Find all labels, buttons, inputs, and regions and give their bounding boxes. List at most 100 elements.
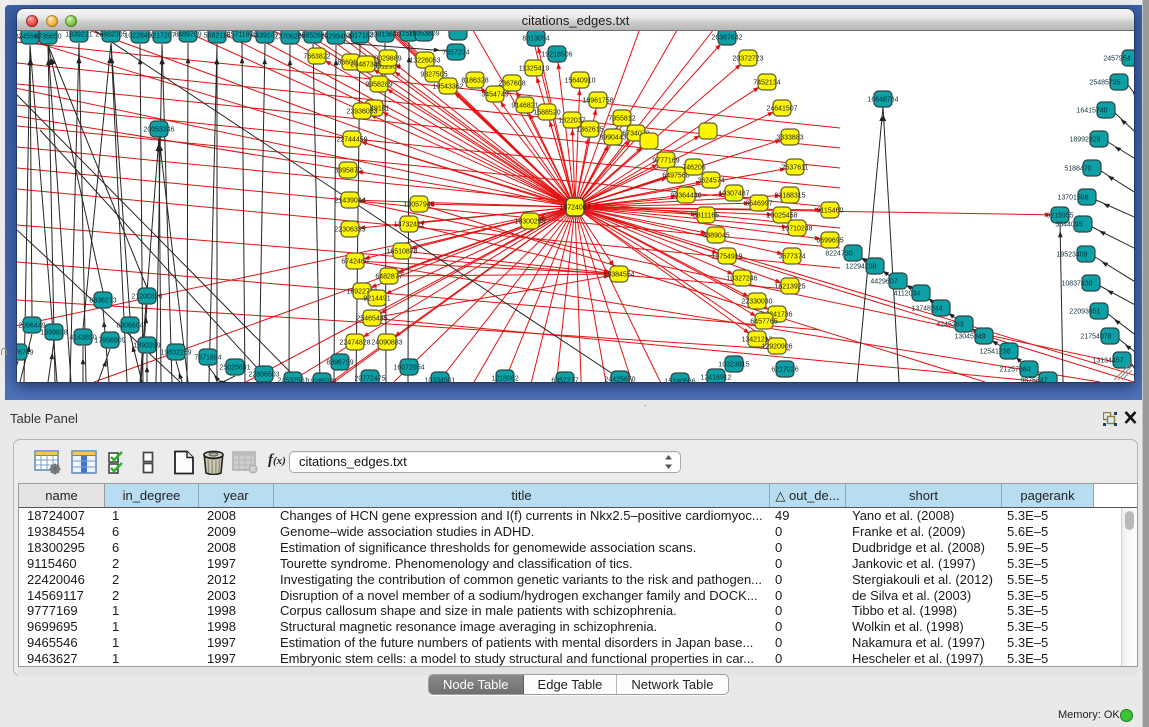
svg-text:24425670: 24425670 (604, 376, 635, 382)
svg-text:16961758: 16961758 (582, 97, 613, 104)
svg-text:1588520: 1588520 (533, 109, 560, 116)
svg-text:19384554: 19384554 (603, 271, 634, 278)
svg-text:11325419: 11325419 (519, 65, 550, 72)
svg-text:9214491: 9214491 (363, 295, 390, 302)
svg-text:8806804: 8806804 (116, 322, 143, 329)
svg-text:3644095: 3644095 (1055, 221, 1082, 228)
svg-text:19832259: 19832259 (160, 349, 191, 356)
svg-text:8811165: 8811165 (693, 212, 719, 219)
svg-text:10710248: 10710248 (781, 225, 812, 232)
svg-text:24641507: 24641507 (766, 105, 797, 112)
svg-text:16415740: 16415740 (1076, 107, 1107, 114)
svg-text:4429607: 4429607 (870, 278, 897, 285)
svg-text:13748244: 13748244 (911, 305, 942, 312)
svg-text:13701506: 13701506 (1057, 194, 1088, 201)
svg-text:13226053: 13226053 (409, 57, 440, 64)
svg-text:18724007: 18724007 (559, 205, 590, 212)
svg-text:21200396: 21200396 (131, 293, 162, 300)
svg-text:20364436: 20364436 (670, 192, 701, 199)
svg-text:8186328: 8186328 (461, 77, 488, 84)
svg-text:12920906: 12920906 (761, 343, 792, 350)
svg-text:9115460: 9115460 (817, 207, 844, 214)
svg-text:17956909: 17956909 (94, 337, 125, 344)
svg-text:6699695: 6699695 (816, 237, 843, 244)
svg-text:26387642: 26387642 (711, 34, 742, 41)
svg-text:21754078: 21754078 (1080, 333, 1111, 340)
svg-text:8215955: 8215955 (1046, 212, 1073, 219)
svg-text:16053809: 16053809 (408, 31, 439, 37)
svg-text:10323815: 10323815 (718, 361, 749, 368)
svg-text:19285201: 19285201 (306, 378, 337, 382)
svg-text:9146821: 9146821 (511, 102, 538, 109)
svg-text:8489709: 8489709 (174, 31, 201, 38)
svg-text:20372723: 20372723 (732, 55, 763, 62)
svg-text:20053346: 20053346 (143, 126, 174, 133)
svg-text:3624574: 3624574 (697, 177, 724, 184)
svg-text:7955812: 7955812 (608, 115, 635, 122)
svg-text:6742460: 6742460 (341, 258, 368, 265)
svg-text:6217026: 6217026 (771, 366, 798, 373)
svg-text:12416912: 12416912 (700, 374, 731, 381)
svg-text:24532561: 24532561 (277, 377, 308, 382)
svg-text:16648784: 16648784 (867, 96, 898, 103)
svg-text:9327505: 9327505 (420, 71, 447, 78)
svg-text:25882305: 25882305 (95, 31, 126, 38)
svg-text:16213925: 16213925 (774, 283, 805, 290)
svg-text:23936053: 23936053 (346, 108, 377, 115)
svg-text:13754919: 13754919 (711, 253, 742, 260)
svg-text:21257684: 21257684 (999, 366, 1030, 373)
svg-text:2537611: 2537611 (782, 164, 809, 171)
svg-text:21439044: 21439044 (334, 197, 365, 204)
svg-text:3677374: 3677374 (778, 253, 805, 260)
svg-text:19218506: 19218506 (541, 51, 572, 58)
svg-text:9875847: 9875847 (1020, 377, 1047, 382)
svg-text:10057945: 10057945 (403, 201, 434, 208)
svg-text:10025458: 10025458 (766, 212, 797, 219)
svg-text:23188315: 23188315 (774, 192, 805, 199)
svg-text:22474828: 22474828 (339, 339, 370, 346)
svg-text:15180586: 15180586 (664, 378, 695, 382)
svg-text:6457765: 6457765 (750, 318, 777, 325)
svg-text:8224730: 8224730 (825, 250, 852, 257)
svg-text:10327246: 10327246 (726, 275, 757, 282)
svg-text:19523409: 19523409 (1056, 251, 1087, 258)
svg-text:1999828: 1999828 (40, 329, 67, 336)
svg-text:3395870: 3395870 (334, 167, 361, 174)
svg-text:7452134: 7452134 (753, 79, 780, 86)
svg-text:22806503: 22806503 (248, 371, 279, 378)
svg-text:22093651: 22093651 (1069, 308, 1100, 315)
svg-text:7671884: 7671884 (194, 354, 221, 361)
svg-text:15640910: 15640910 (564, 77, 595, 84)
svg-text:15076749: 15076749 (17, 349, 34, 356)
svg-text:6357277: 6357277 (551, 377, 578, 382)
svg-text:8396759: 8396759 (326, 359, 353, 366)
svg-text:3454749: 3454749 (481, 91, 508, 98)
svg-text:1890399: 1890399 (133, 342, 160, 349)
svg-text:2457954: 2457954 (1103, 55, 1130, 62)
svg-text:10543362: 10543362 (432, 83, 463, 90)
svg-text:13045349: 13045349 (954, 333, 985, 340)
svg-text:25485735: 25485735 (1089, 79, 1120, 86)
svg-text:8646997: 8646997 (745, 200, 772, 207)
svg-text:10334531: 10334531 (424, 377, 455, 382)
svg-text:7663822: 7663822 (303, 53, 330, 60)
svg-text:13732411: 13732411 (394, 221, 425, 228)
svg-text:746206: 746206 (682, 164, 705, 171)
svg-text:4735650: 4735650 (34, 33, 61, 40)
svg-text:3333883: 3333883 (776, 134, 803, 141)
svg-text:4112034: 4112034 (894, 290, 921, 297)
svg-text:22744459: 22744459 (336, 136, 367, 143)
svg-text:12294238: 12294238 (845, 263, 876, 270)
svg-text:1839221: 1839221 (65, 31, 92, 38)
svg-text:25465435: 25465435 (356, 315, 387, 322)
svg-text:4245263: 4245263 (936, 321, 963, 328)
svg-text:9958289: 9958289 (365, 81, 392, 88)
svg-text:22330030: 22330030 (741, 298, 772, 305)
svg-text:10307487: 10307487 (718, 190, 749, 197)
svg-text:6482877: 6482877 (375, 273, 402, 280)
svg-text:4143890: 4143890 (69, 334, 96, 341)
svg-text:1218062: 1218062 (491, 375, 518, 382)
svg-text:20772475: 20772475 (354, 375, 385, 382)
svg-text:23487347: 23487347 (350, 61, 381, 68)
svg-text:24090883: 24090883 (371, 339, 402, 346)
